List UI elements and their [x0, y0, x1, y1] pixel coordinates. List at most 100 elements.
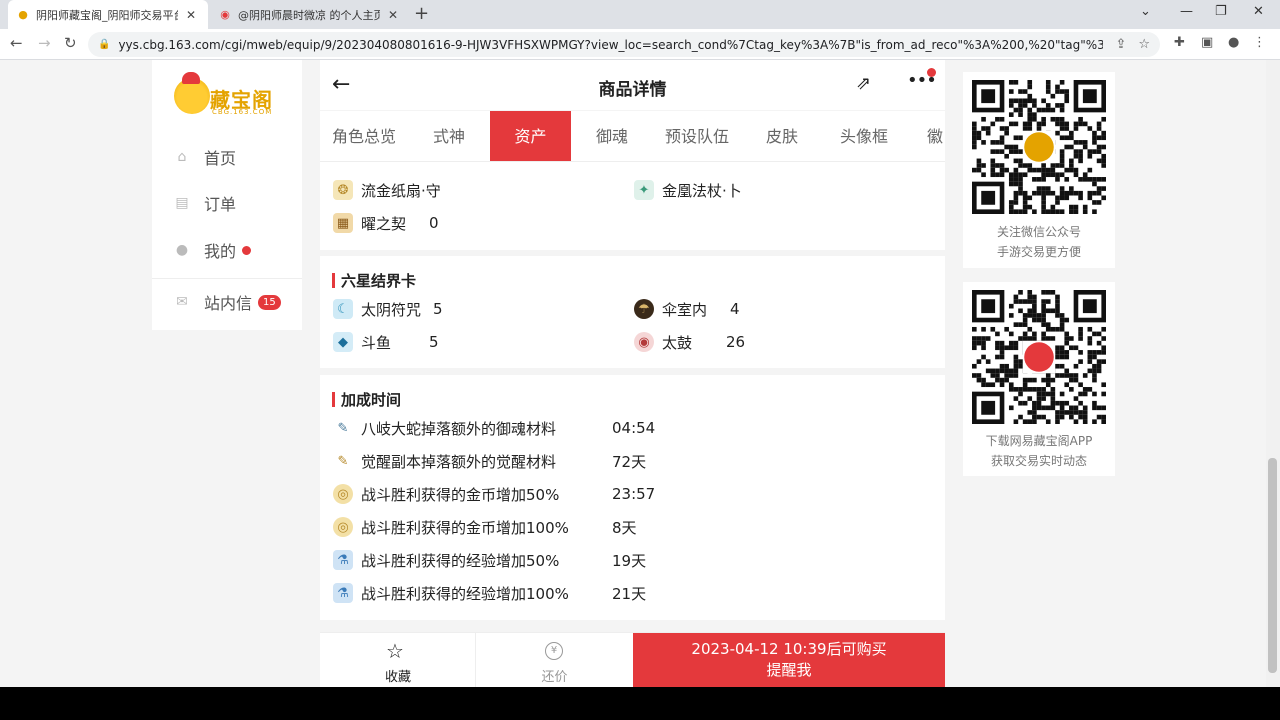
url-bar[interactable]: 🔒 yys.cbg.163.com/cgi/mweb/equip/9/20230…: [88, 32, 1160, 57]
sidebar-item-label: 站内信: [204, 294, 253, 313]
close-tab-icon[interactable]: ✕: [388, 8, 398, 22]
bonus-time: 21天: [612, 584, 647, 603]
section-title: 加成时间: [332, 389, 401, 410]
item-name: 太鼓: [662, 333, 693, 352]
drum-icon: ◉: [634, 332, 654, 352]
app-qr-code: [972, 290, 1106, 424]
forward-arrow-icon[interactable]: →: [38, 34, 51, 52]
product-detail-panel: ❂ 流金纸扇·守 ✦ 金凰法杖·卜 ▦ 曜之契 0 六星结界卡 ☾ 太阴符咒 5…: [320, 60, 945, 688]
realm-card-item: ◆ 斗鱼 5: [333, 331, 439, 353]
bookmark-star-icon[interactable]: ☆: [1138, 37, 1150, 52]
asset-name: 金凰法杖·卜: [662, 181, 742, 200]
bonus-item: ◎ 战斗胜利获得的金币增加100% 8天: [333, 516, 637, 538]
bonus-item: ⚗ 战斗胜利获得的经验增加100% 21天: [333, 582, 646, 604]
bonus-time: 04:54: [612, 419, 656, 437]
browser-tab-weibo[interactable]: ◉ @阴阳师晨时微凉 的个人主页 - ✕: [210, 0, 410, 29]
side-panel-icon[interactable]: ▣: [1201, 35, 1213, 50]
asset-name: 流金纸扇·守: [361, 181, 441, 200]
golden-fan-icon: ❂: [333, 180, 353, 200]
cbg-logo[interactable]: 藏宝阁 CBG.163.COM: [174, 72, 284, 120]
asset-item: ✦ 金凰法杖·卜: [634, 179, 742, 201]
purchase-time-text: 2023-04-12 10:39后可购买: [691, 640, 887, 658]
unread-count-badge: 15: [258, 294, 281, 310]
brand-domain: CBG.163.COM: [212, 108, 273, 116]
tab-avatar-frame[interactable]: 头像框: [823, 111, 905, 161]
notification-dot: [927, 68, 936, 77]
back-arrow-icon[interactable]: ←: [10, 34, 23, 52]
new-tab-icon[interactable]: +: [414, 3, 429, 24]
browser-tab-cbg[interactable]: ● 阴阳师藏宝阁_阴阳师交易平台官 ✕: [8, 0, 208, 29]
tab-mitama[interactable]: 御魂: [571, 111, 653, 161]
page-header: ← 商品详情 ⇗ •••: [320, 60, 945, 110]
url-text: yys.cbg.163.com/cgi/mweb/equip/9/2023040…: [118, 37, 1104, 52]
star-icon: ☆: [386, 639, 404, 663]
sidebar-item-mine[interactable]: ● 我的: [174, 238, 252, 262]
realm-card-item: ☂ 伞室内 4: [634, 298, 740, 320]
share-icon[interactable]: ⇗: [856, 73, 871, 94]
remind-me-label: 提醒我: [766, 661, 812, 679]
qr-caption: 获取交易实时动态: [990, 454, 1087, 468]
item-name: 斗鱼: [361, 333, 392, 352]
contract-scroll-icon: ▦: [333, 213, 353, 233]
item-name: 伞室内: [662, 300, 708, 319]
action-bar: ☆ 收藏 ¥ 还价 2023-04-12 10:39后可购买 提醒我: [320, 632, 945, 688]
bonus-item: ✎ 八岐大蛇掉落额外的御魂材料 04:54: [333, 417, 656, 439]
sidebar-divider: [152, 278, 302, 279]
asset-value: 0: [429, 214, 439, 232]
umbrella-room-icon: ☂: [634, 299, 654, 319]
item-value: 4: [730, 300, 740, 318]
cbg-favicon-icon: ●: [18, 8, 28, 21]
sidebar-item-home[interactable]: ⌂ 首页: [174, 145, 236, 169]
remind-me-button[interactable]: 2023-04-12 10:39后可购买 提醒我: [633, 633, 945, 688]
tab-overview[interactable]: 角色总览: [320, 111, 408, 161]
tab-skins[interactable]: 皮肤: [741, 111, 823, 161]
bargain-button[interactable]: ¥ 还价: [477, 633, 632, 688]
notification-dot: [242, 245, 252, 255]
bonus-time: 72天: [612, 452, 647, 471]
lock-icon: 🔒: [98, 39, 111, 50]
sidebar-item-inbox[interactable]: ✉ 站内信 15: [174, 290, 281, 314]
sidebar-item-orders[interactable]: ▤ 订单: [174, 191, 236, 215]
scrollbar-thumb[interactable]: [1268, 458, 1277, 673]
share-page-icon[interactable]: ⇪: [1115, 37, 1126, 52]
tab-badge[interactable]: 徽: [905, 111, 945, 161]
six-star-card: 六星结界卡 ☾ 太阴符咒 5 ☂ 伞室内 4 ◆ 斗鱼 5 ◉ 太鼓 26: [320, 256, 945, 368]
home-icon: ⌂: [177, 149, 187, 165]
extensions-puzzle-icon[interactable]: ✚: [1174, 35, 1185, 50]
realm-card-item: ◉ 太鼓 26: [634, 331, 745, 353]
soul-material-icon: ✎: [337, 420, 349, 436]
bonus-item: ✎ 觉醒副本掉落额外的觉醒材料 72天: [333, 450, 647, 472]
item-value: 26: [726, 333, 746, 351]
left-sidebar: 藏宝阁 CBG.163.COM ⌂ 首页 ▤ 订单 ● 我的 ✉ 站内信 15: [152, 60, 302, 330]
reload-icon[interactable]: ↻: [64, 34, 77, 52]
tab-assets[interactable]: 资产: [490, 111, 571, 161]
bonus-item: ◎ 战斗胜利获得的金币增加50% 23:57: [333, 483, 655, 505]
fish-icon: ◆: [333, 332, 353, 352]
favorite-button[interactable]: ☆ 收藏: [320, 633, 476, 688]
moon-talisman-icon: ☾: [333, 299, 353, 319]
tab-shikigami[interactable]: 式神: [408, 111, 490, 161]
close-tab-icon[interactable]: ✕: [186, 8, 196, 22]
bonus-name: 战斗胜利获得的经验增加100%: [361, 584, 569, 603]
awaken-material-icon: ✎: [337, 453, 349, 469]
browser-tab-bar: ● 阴阳师藏宝阁_阴阳师交易平台官 ✕ ◉ @阴阳师晨时微凉 的个人主页 - ✕…: [0, 0, 1280, 29]
app-qr-card: 下载网易藏宝阁APP 获取交易实时动态: [963, 282, 1115, 476]
browser-menu-icon[interactable]: ⋮: [1253, 35, 1266, 50]
tab-preset-team[interactable]: 预设队伍: [653, 111, 741, 161]
tab-search-chevron-icon[interactable]: ⌄: [1140, 4, 1151, 19]
profile-avatar-icon[interactable]: ●: [1228, 35, 1239, 50]
mail-icon: ✉: [176, 294, 188, 310]
sidebar-item-label: 我的: [204, 242, 237, 261]
section-title: 六星结界卡: [332, 270, 416, 291]
browser-tab-title: @阴阳师晨时微凉 的个人主页 -: [238, 8, 380, 22]
item-value: 5: [429, 333, 439, 351]
exp-potion-icon: ⚗: [333, 583, 353, 603]
minimize-icon[interactable]: —: [1180, 4, 1193, 19]
sidebar-item-label: 订单: [204, 195, 237, 214]
qr-caption: 关注微信公众号: [996, 225, 1081, 239]
bonus-name: 战斗胜利获得的经验增加50%: [361, 551, 560, 570]
asset-item: ❂ 流金纸扇·守: [333, 179, 441, 201]
gold-coin-icon: ◎: [333, 517, 353, 537]
restore-icon[interactable]: ❐: [1215, 4, 1227, 19]
close-window-icon[interactable]: ✕: [1253, 4, 1264, 19]
